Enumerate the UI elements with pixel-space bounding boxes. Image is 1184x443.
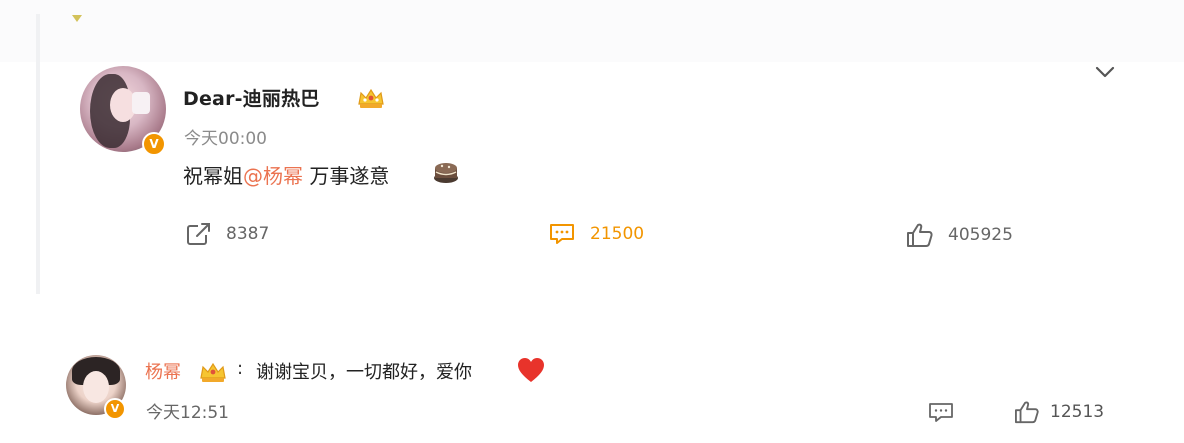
verified-v-icon: V	[104, 398, 126, 420]
weibo-post-screenshot: V Dear-迪丽热巴 今天00:00 祝幂姐@杨幂 万事遂意 8387 215…	[0, 0, 1184, 443]
reply-like-button[interactable]: 12513	[1014, 400, 1104, 424]
heart-emoji-icon	[518, 358, 544, 382]
reply-like-count: 12513	[1050, 402, 1105, 422]
comment-icon	[550, 224, 574, 244]
comment-button[interactable]: 21500	[548, 222, 644, 246]
author-username[interactable]: Dear-迪丽热巴	[183, 84, 320, 111]
post-content: 祝幂姐@杨幂 万事遂意	[183, 160, 389, 189]
reply-text: 谢谢宝贝，一切都好，爱你	[256, 362, 472, 383]
repost-count: 8387	[226, 224, 270, 244]
like-button[interactable]: 405925	[906, 222, 1013, 248]
post-text-suffix: 万事遂意	[303, 164, 390, 188]
reply-username[interactable]: 杨幂	[145, 358, 181, 384]
mention-link[interactable]: @杨幂	[243, 164, 303, 188]
crown-icon	[358, 88, 384, 108]
comment-icon[interactable]	[928, 402, 954, 424]
crown-icon	[200, 362, 226, 382]
repost-icon	[187, 223, 210, 245]
collapse-caret-icon[interactable]	[72, 15, 82, 22]
reply-colon: :	[237, 358, 244, 379]
like-count: 405925	[948, 225, 1013, 245]
post-text-prefix: 祝幂姐	[183, 164, 243, 188]
post-timestamp[interactable]: 今天00:00	[184, 124, 267, 149]
comment-count: 21500	[590, 224, 645, 244]
left-divider	[36, 14, 40, 294]
chevron-down-icon[interactable]	[1094, 64, 1116, 80]
verified-v-icon: V	[142, 132, 166, 156]
reply-timestamp: 今天12:51	[146, 403, 229, 423]
top-band	[0, 0, 1184, 62]
cake-emoji-icon	[434, 163, 458, 183]
repost-button[interactable]: 8387	[186, 222, 269, 246]
thumbs-up-icon	[1015, 401, 1039, 424]
thumbs-up-icon	[907, 223, 933, 247]
